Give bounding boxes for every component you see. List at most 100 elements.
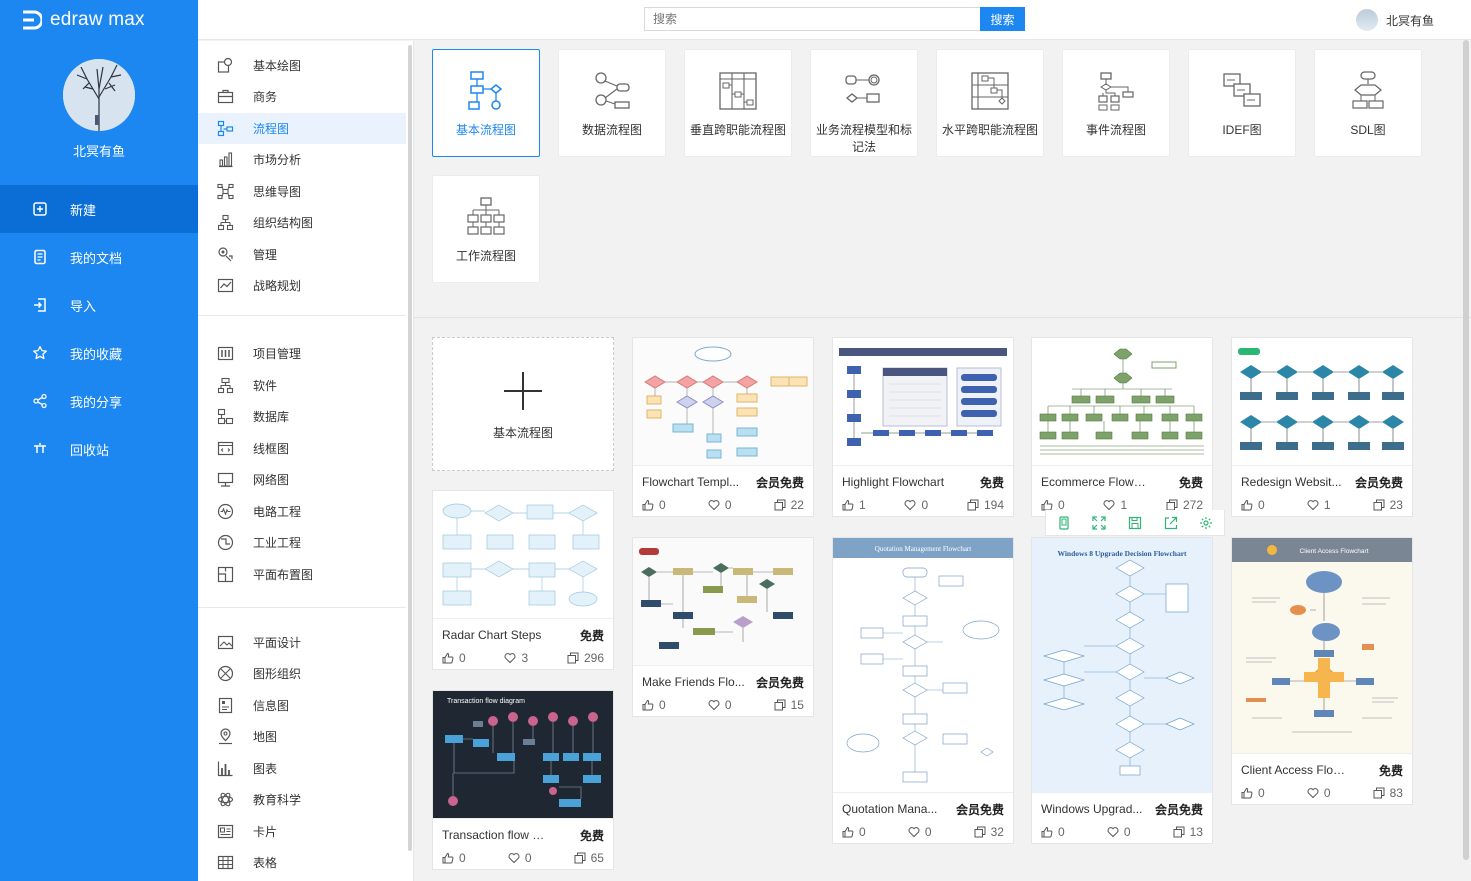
favorite-count[interactable]: 3	[504, 651, 528, 665]
favorite-count[interactable]: 1	[1307, 498, 1331, 512]
like-count[interactable]: 0	[642, 698, 666, 712]
type-event-flowchart[interactable]: 事件流程图	[1062, 49, 1170, 157]
category-graphic-organizer[interactable]: 图形组织	[198, 658, 406, 689]
nav-new[interactable]: 新建	[0, 185, 198, 233]
like-count[interactable]: 0	[442, 851, 466, 865]
template-card[interactable]: Transaction flow diagram Transaction flo…	[432, 690, 614, 870]
category-scrollbar[interactable]	[408, 45, 412, 851]
category-infographic[interactable]: 信息图	[198, 690, 406, 721]
category-database[interactable]: 数据库	[198, 401, 406, 432]
favorite-count[interactable]: 0	[904, 498, 928, 512]
nav-label: 我的分享	[70, 394, 123, 410]
category-management[interactable]: 管理	[198, 239, 406, 270]
like-count[interactable]: 0	[1241, 786, 1265, 800]
copy-count[interactable]: 83	[1373, 786, 1403, 800]
phone-icon[interactable]	[1057, 515, 1071, 530]
template-card[interactable]: Quotation Management Flowchart Quotation…	[832, 537, 1014, 844]
copy-icon	[774, 499, 786, 511]
type-basic-flowchart[interactable]: 基本流程图	[432, 49, 540, 157]
template-card[interactable]: Client Access Flowchart Client Access Fl…	[1231, 537, 1413, 805]
category-basic-drawing[interactable]: 基本绘图	[198, 50, 406, 81]
type-label: 事件流程图	[1085, 123, 1146, 137]
share-icon[interactable]	[1164, 516, 1178, 530]
category-tables[interactable]: 表格	[198, 847, 406, 878]
category-industrial[interactable]: 工业工程	[198, 527, 406, 558]
category-software[interactable]: 软件	[198, 370, 406, 401]
category-market-analysis[interactable]: 市场分析	[198, 144, 406, 175]
nav-favorites[interactable]: 我的收藏	[0, 329, 198, 377]
like-count[interactable]: 0	[442, 651, 466, 665]
favorite-count[interactable]: 0	[708, 498, 732, 512]
app-logo[interactable]: edraw max	[20, 8, 145, 32]
type-horizontal-cross-functional[interactable]: 水平跨职能流程图	[936, 49, 1044, 157]
category-strategy[interactable]: 战略规划	[198, 270, 406, 301]
new-blank-diagram-card[interactable]: 基本流程图	[432, 337, 614, 471]
copy-count[interactable]: 32	[974, 825, 1004, 839]
category-map[interactable]: 地图	[198, 721, 406, 752]
category-charts[interactable]: 图表	[198, 753, 406, 784]
nav-recycle-bin[interactable]: 回收站	[0, 425, 198, 473]
favorite-count[interactable]: 0	[908, 825, 932, 839]
copy-count[interactable]: 296	[567, 651, 604, 665]
like-count[interactable]: 0	[1041, 825, 1065, 839]
like-count[interactable]: 0	[842, 825, 866, 839]
like-count[interactable]: 1	[842, 498, 866, 512]
user-avatar[interactable]	[63, 59, 135, 131]
flowchart-icon	[217, 120, 234, 137]
category-network[interactable]: 网络图	[198, 464, 406, 495]
template-card[interactable]: Windows 8 Upgrade Decision Flowchart Win…	[1031, 537, 1213, 844]
copy-count[interactable]: 22	[774, 498, 804, 512]
nav-import[interactable]: 导入	[0, 281, 198, 329]
category-graphic-design[interactable]: 平面设计	[198, 627, 406, 658]
like-count[interactable]: 0	[642, 498, 666, 512]
category-cards[interactable]: 卡片	[198, 816, 406, 847]
like-count[interactable]: 0	[1241, 498, 1265, 512]
favorite-count[interactable]: 0	[708, 698, 732, 712]
database-icon	[217, 408, 234, 425]
type-idef[interactable]: IDEF图	[1188, 49, 1296, 157]
template-card[interactable]: Radar Chart Steps 免费 0 3 296	[432, 490, 614, 670]
save-icon[interactable]	[1128, 516, 1142, 530]
type-sdl[interactable]: SDL图	[1314, 49, 1422, 157]
type-data-flowchart[interactable]: 数据流程图	[558, 49, 666, 157]
copy-count[interactable]: 23	[1373, 498, 1403, 512]
type-workflow[interactable]: 工作流程图	[432, 175, 540, 283]
category-flowchart[interactable]: 流程图	[198, 113, 406, 144]
type-vertical-cross-functional[interactable]: 垂直跨职能流程图	[684, 49, 792, 157]
favorite-count[interactable]: 0	[1107, 825, 1131, 839]
category-education[interactable]: 教育科学	[198, 784, 406, 815]
copy-count[interactable]: 194	[967, 498, 1004, 512]
copy-count[interactable]: 15	[774, 698, 804, 712]
search-button[interactable]: 搜索	[980, 7, 1025, 31]
type-bpmn[interactable]: 业务流程模型和标记法	[810, 49, 918, 157]
template-card[interactable]: Ecommerce Flowcha...免费 0 1 272	[1031, 337, 1213, 517]
favorite-count[interactable]: 0	[1307, 786, 1331, 800]
category-label: 卡片	[253, 825, 278, 839]
plus-icon	[504, 372, 542, 410]
category-org-chart[interactable]: 组织结构图	[198, 207, 406, 238]
username: 北冥有鱼	[72, 144, 125, 159]
template-card[interactable]: Highlight Flowchart 免费 1 0 194	[832, 337, 1014, 517]
category-circuit[interactable]: 电路工程	[198, 496, 406, 527]
category-floor-plan[interactable]: 平面布置图	[198, 559, 406, 590]
nav-my-documents[interactable]: 我的文档	[0, 233, 198, 281]
category-project-management[interactable]: 项目管理	[198, 338, 406, 369]
horizontal-swimlane-icon	[971, 72, 1009, 110]
copy-count[interactable]: 13	[1173, 825, 1203, 839]
avatar	[1356, 9, 1378, 31]
top-user-menu[interactable]: 北冥有鱼	[1356, 9, 1434, 31]
template-card[interactable]: Redesign Websit... 会员免费 0 1 23	[1231, 337, 1413, 517]
favorite-count[interactable]: 0	[508, 851, 532, 865]
template-card[interactable]: Make Friends Flo... 会员免费 0 0 15	[632, 537, 814, 717]
template-gallery: 基本流程图 Flowchart Templ... 会员免费 0 0 22 Hig…	[414, 319, 1471, 881]
settings-icon[interactable]	[1199, 516, 1213, 530]
main-scrollbar[interactable]	[1463, 40, 1469, 860]
nav-shares[interactable]: 我的分享	[0, 377, 198, 425]
category-mind-map[interactable]: 思维导图	[198, 176, 406, 207]
category-business[interactable]: 商务	[198, 81, 406, 112]
search-input[interactable]	[644, 7, 980, 31]
expand-icon[interactable]	[1092, 515, 1106, 530]
copy-count[interactable]: 65	[574, 851, 604, 865]
template-card[interactable]: Flowchart Templ... 会员免费 0 0 22	[632, 337, 814, 517]
category-wireframe[interactable]: 线框图	[198, 433, 406, 464]
